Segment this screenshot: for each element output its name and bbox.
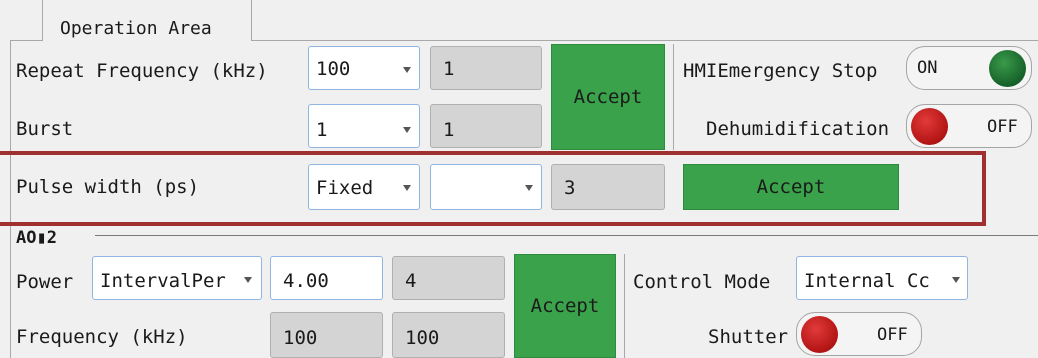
emergency-stop-label: HMIEmergency Stop (683, 60, 878, 82)
burst-select[interactable]: 1 (308, 104, 420, 148)
frequency-value: 100 (283, 327, 318, 349)
burst-readout: 1 (430, 104, 542, 148)
power-input-value: 4.00 (283, 270, 329, 292)
aom2-right-divider (624, 254, 625, 358)
accept-button[interactable]: Accept (551, 44, 665, 150)
frequency-value-box: 100 (270, 312, 383, 358)
shutter-state: OFF (877, 325, 908, 345)
power-mode-value: IntervalPer (100, 270, 226, 292)
frequency-readout: 100 (392, 312, 505, 358)
chevron-down-icon (952, 277, 960, 283)
dehumidification-label: Dehumidification (706, 118, 890, 140)
aom2-accept-button[interactable]: Accept (514, 254, 616, 358)
frequency-label: Frequency (kHz) (16, 326, 188, 348)
aom2-section-title: AO▮2 (16, 228, 57, 248)
aom2-header-line (95, 235, 1038, 236)
chevron-down-icon (244, 277, 252, 283)
tab-divider (10, 40, 42, 41)
repeat-frequency-readout: 1 (430, 46, 542, 90)
toggle-knob-icon (911, 108, 948, 145)
dehumidification-toggle[interactable]: OFF (906, 104, 1032, 148)
repeat-frequency-select[interactable]: 100 (308, 46, 420, 90)
repeat-frequency-readout-value: 1 (443, 58, 455, 80)
chevron-down-icon (403, 67, 411, 73)
emergency-stop-toggle[interactable]: ON (906, 46, 1032, 90)
burst-label: Burst (16, 118, 74, 140)
control-mode-select[interactable]: Internal Cc (796, 256, 968, 300)
power-label: Power (16, 271, 74, 293)
frame-top-border (251, 40, 1038, 41)
power-mode-select[interactable]: IntervalPer (92, 256, 262, 300)
tab-left-edge (42, 0, 43, 41)
tab-right-edge (251, 0, 252, 41)
dehumidification-state: OFF (987, 117, 1018, 137)
burst-readout-value: 1 (443, 119, 455, 141)
power-readout: 4 (392, 256, 505, 300)
emergency-stop-state: ON (917, 58, 938, 78)
burst-value: 1 (316, 119, 328, 141)
chevron-down-icon (403, 127, 411, 133)
right-panel-divider (673, 44, 674, 150)
repeat-frequency-label: Repeat Frequency (kHz) (16, 60, 268, 82)
control-mode-label: Control Mode (633, 271, 771, 293)
control-mode-value: Internal Cc (804, 270, 930, 292)
shutter-toggle[interactable]: OFF (796, 312, 922, 356)
highlight-box (0, 151, 986, 226)
frequency-readout-value: 100 (405, 327, 440, 349)
power-readout-value: 4 (405, 270, 417, 292)
repeat-frequency-value: 100 (316, 58, 351, 80)
power-input[interactable]: 4.00 (270, 256, 383, 300)
toggle-knob-icon (989, 50, 1026, 87)
toggle-knob-icon (801, 316, 838, 353)
operation-area-tab[interactable]: Operation Area (60, 20, 212, 38)
shutter-label: Shutter (708, 326, 789, 348)
